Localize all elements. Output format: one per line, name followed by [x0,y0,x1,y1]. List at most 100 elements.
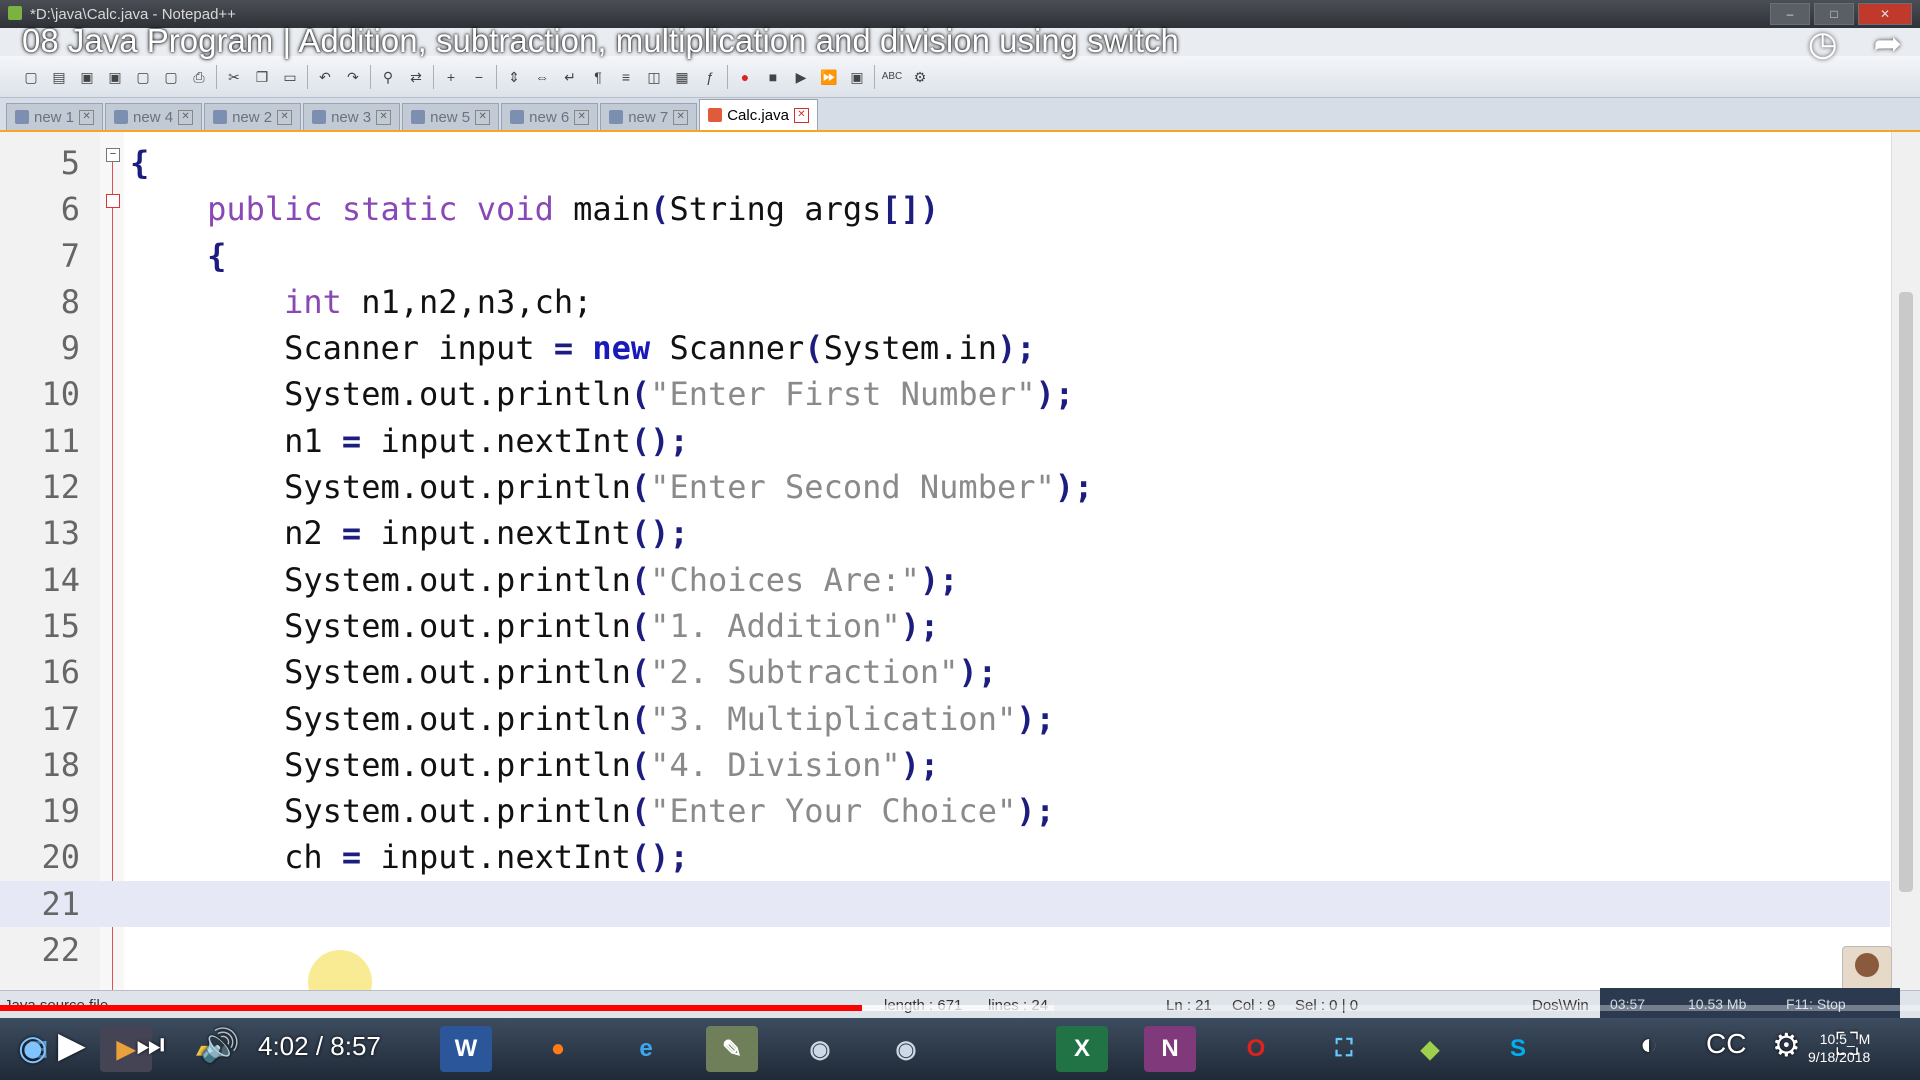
internet-explorer-icon[interactable]: e [620,1026,672,1072]
play-icon[interactable]: ▶ [58,1024,86,1066]
find-icon[interactable]: ⚲ [377,66,399,88]
autoplay-toggle[interactable]: ◐ [1640,1028,1658,1062]
code-line[interactable]: 19 System.out.println("Enter Your Choice… [0,788,1890,834]
record-macro-icon[interactable]: ● [734,66,756,88]
code-line[interactable]: 5{ [0,140,1890,186]
code-line[interactable]: 14 System.out.println("Choices Are:"); [0,557,1890,603]
share-arrow-icon[interactable]: ➦ [1874,24,1903,64]
code-text[interactable]: n2 = input.nextInt(); [130,510,689,556]
tab-close-icon[interactable]: ✕ [79,109,95,125]
onenote-icon[interactable]: N [1144,1026,1196,1072]
undo-icon[interactable]: ↶ [314,66,336,88]
next-icon[interactable]: ⏭ [136,1026,165,1064]
tab-close-icon[interactable]: ✕ [673,109,689,125]
maximize-button[interactable]: □ [1814,3,1854,25]
code-line[interactable]: 8 int n1,n2,n3,ch; [0,279,1890,325]
show-all-chars-icon[interactable]: ¶ [587,66,609,88]
code-text[interactable]: public static void main(String args[]) [130,186,939,232]
code-text[interactable]: { [130,140,149,186]
close-all-icon[interactable]: ▢ [160,66,182,88]
volume-icon[interactable]: 🔊 [200,1026,240,1064]
doc-map-icon[interactable]: ▦ [671,66,693,88]
clock-icon[interactable]: ◷ [1808,24,1838,64]
plugin-icon[interactable]: ⚙ [909,66,931,88]
code-line[interactable]: 11 n1 = input.nextInt(); [0,418,1890,464]
save-macro-icon[interactable]: ▣ [846,66,868,88]
code-line[interactable]: 13 n2 = input.nextInt(); [0,510,1890,556]
code-line[interactable]: 16 System.out.println("2. Subtraction"); [0,649,1890,695]
code-text[interactable]: System.out.println("4. Division"); [130,742,939,788]
paste-icon[interactable]: ▭ [279,66,301,88]
code-text[interactable]: System.out.println("Enter Second Number"… [130,464,1093,510]
settings-gear-icon[interactable]: ⚙ [1772,1026,1801,1064]
code-text[interactable]: ch = input.nextInt(); [130,834,689,880]
word-wrap-icon[interactable]: ↵ [559,66,581,88]
screen-capture-icon[interactable]: ⛶ [1318,1026,1370,1072]
open-file-icon[interactable]: ▤ [48,66,70,88]
scrollbar-thumb[interactable] [1899,292,1913,892]
code-line[interactable]: 20 ch = input.nextInt(); [0,834,1890,880]
code-line[interactable]: 9 Scanner input = new Scanner(System.in)… [0,325,1890,371]
firefox-icon[interactable]: ● [532,1026,584,1072]
tab-new[interactable]: new 6 ✕ [501,103,599,130]
lang-icon[interactable]: ◫ [643,66,665,88]
code-text[interactable]: System.out.println("2. Subtraction"); [130,649,997,695]
code-text[interactable]: System.out.println("3. Multiplication"); [130,696,1055,742]
save-icon[interactable]: ▣ [76,66,98,88]
function-list-icon[interactable]: ƒ [699,66,721,88]
tab-close-icon[interactable]: ✕ [376,109,392,125]
save-all-icon[interactable]: ▣ [104,66,126,88]
current-line[interactable]: 21 [0,880,1890,928]
code-text[interactable]: System.out.println("Choices Are:"); [130,557,958,603]
tab-new[interactable]: new 4 ✕ [105,103,203,130]
code-text[interactable]: { [130,233,226,279]
code-line[interactable]: 15 System.out.println("1. Addition"); [0,603,1890,649]
excel-icon[interactable]: X [1056,1026,1108,1072]
media-icon-2[interactable]: ◉ [880,1026,932,1072]
tab-calc-java[interactable]: Calc.java ✕ [699,99,818,130]
code-text[interactable]: System.out.println("Enter First Number")… [130,371,1074,417]
tab-close-icon[interactable]: ✕ [178,109,194,125]
code-line[interactable]: 22 [0,927,1890,973]
tab-new[interactable]: new 1 ✕ [6,103,104,130]
minimize-button[interactable]: – [1770,3,1810,25]
tab-new[interactable]: new 2 ✕ [204,103,302,130]
close-button[interactable]: ✕ [1858,3,1912,25]
copy-icon[interactable]: ❐ [251,66,273,88]
word-icon[interactable]: W [440,1026,492,1072]
play-macro-icon[interactable]: ▶ [790,66,812,88]
zoom-in-icon[interactable]: + [440,66,462,88]
tab-close-icon[interactable]: ✕ [793,107,809,123]
code-lines[interactable]: 5{6 public static void main(String args[… [0,140,1890,973]
close-file-icon[interactable]: ▢ [132,66,154,88]
vertical-scrollbar[interactable] [1891,132,1920,990]
media-icon-1[interactable]: ◉ [794,1026,846,1072]
new-file-icon[interactable]: ▢ [20,66,42,88]
code-line[interactable]: 6 public static void main(String args[]) [0,186,1890,232]
code-text[interactable]: System.out.println("1. Addition"); [130,603,939,649]
sync-scroll-h-icon[interactable]: ⇔ [531,66,553,88]
code-editor[interactable]: − 5{6 public static void main(String arg… [0,132,1920,1014]
redo-icon[interactable]: ↷ [342,66,364,88]
zoom-out-icon[interactable]: − [468,66,490,88]
print-icon[interactable]: ⎙ [188,66,210,88]
replace-icon[interactable]: ⇄ [405,66,427,88]
tab-close-icon[interactable]: ✕ [277,109,293,125]
cut-icon[interactable]: ✂ [223,66,245,88]
stop-macro-icon[interactable]: ■ [762,66,784,88]
captions-icon[interactable]: CC [1706,1028,1746,1060]
video-progress-bar[interactable] [0,1005,1920,1011]
opera-icon[interactable]: O [1230,1026,1282,1072]
play-multiple-icon[interactable]: ⏩ [818,66,840,88]
code-text[interactable]: n1 = input.nextInt(); [130,418,689,464]
code-text[interactable]: Scanner input = new Scanner(System.in); [130,325,1035,371]
code-line[interactable]: 12 System.out.println("Enter Second Numb… [0,464,1890,510]
tab-new[interactable]: new 5 ✕ [402,103,500,130]
notepadpp-icon[interactable]: ✎ [706,1026,758,1072]
layers-icon[interactable]: ◆ [1404,1026,1456,1072]
code-line[interactable]: 10 System.out.println("Enter First Numbe… [0,371,1890,417]
spellcheck-icon[interactable]: ABC [881,66,903,88]
tab-close-icon[interactable]: ✕ [574,109,590,125]
tab-new[interactable]: new 7 ✕ [600,103,698,130]
tab-new[interactable]: new 3 ✕ [303,103,401,130]
